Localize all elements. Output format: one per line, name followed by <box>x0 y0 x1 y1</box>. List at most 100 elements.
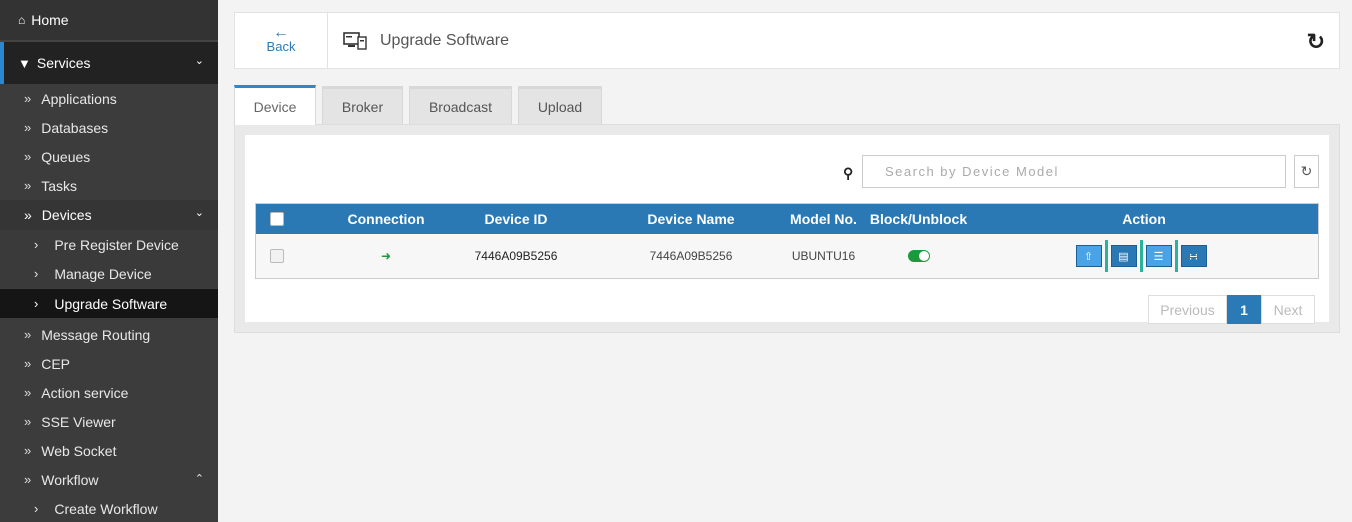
sidebar-item-message-routing[interactable]: » Message Routing <box>0 320 218 349</box>
sidebar-item-label: Upgrade Software <box>54 295 168 312</box>
rss-icon: ∺ <box>1188 250 1199 263</box>
tab-label: Device <box>253 98 297 115</box>
device-name-cell: 7446A09B5256 <box>649 249 733 263</box>
sidebar-item-sse-viewer[interactable]: » SSE Viewer <box>0 407 218 436</box>
sidebar-item-label: CEP <box>41 355 71 372</box>
column-header-device-name: Device Name <box>647 211 735 227</box>
device-id-cell: 7446A09B5256 <box>474 249 558 263</box>
search-refresh-button[interactable]: ↻ <box>1294 155 1319 188</box>
sidebar-item-web-socket[interactable]: » Web Socket <box>0 436 218 465</box>
details-button[interactable]: ▤ <box>1110 245 1137 267</box>
divider <box>1174 240 1178 272</box>
tab-label: Broadcast <box>428 98 493 115</box>
upload-icon: ⇧ <box>1083 250 1094 263</box>
sidebar-subitem-manage-device[interactable]: › Manage Device <box>0 259 218 288</box>
divider <box>1104 240 1108 272</box>
sidebar-item-label: Message Routing <box>41 326 151 343</box>
page-header: ← Back Upgrade Software ↻ <box>234 12 1340 69</box>
double-chevron-icon: » <box>24 207 32 223</box>
model-cell: UBUNTU16 <box>791 249 856 263</box>
sidebar-item-home[interactable]: ⌂ Home <box>0 0 218 40</box>
devices-icon <box>343 31 367 50</box>
sidebar-item-applications[interactable]: » Applications <box>0 84 218 113</box>
plug-connected-icon: ➜ <box>380 249 392 263</box>
next-page-button[interactable]: Next <box>1261 295 1315 324</box>
sidebar-item-label: Queues <box>41 148 91 165</box>
sidebar-item-label: Create Workflow <box>54 500 158 517</box>
list-icon: ☰ <box>1153 250 1164 263</box>
sidebar-item-devices[interactable]: » Devices ⌄ <box>0 200 218 230</box>
sidebar-item-label: Applications <box>41 90 117 107</box>
back-label: Back <box>266 39 296 54</box>
tab-label: Broker <box>341 98 384 115</box>
device-table: Connection Device ID Device Name Model N… <box>255 203 1319 279</box>
tab-broadcast[interactable]: Broadcast <box>409 86 512 124</box>
pagination: Previous 1 Next <box>1148 295 1315 324</box>
chevron-down-icon: ⌄ <box>194 55 204 67</box>
double-chevron-icon: » <box>24 385 32 400</box>
sidebar-item-label: Databases <box>41 119 109 136</box>
double-chevron-icon: » <box>24 149 32 164</box>
sidebar-item-label: Pre Register Device <box>54 236 179 253</box>
tab-upload[interactable]: Upload <box>518 86 602 124</box>
sidebar-item-services[interactable]: ▼ Services ⌄ <box>0 42 218 84</box>
search-input[interactable] <box>862 155 1286 188</box>
sidebar-item-queues[interactable]: » Queues <box>0 142 218 171</box>
sidebar-item-workflow[interactable]: » Workflow ⌃ <box>0 465 218 494</box>
refresh-icon[interactable]: ↻ <box>1307 29 1325 55</box>
double-chevron-icon: » <box>24 327 32 342</box>
column-header-model-no: Model No. <box>790 211 857 227</box>
block-unblock-toggle[interactable] <box>907 250 930 262</box>
sidebar-subitem-pre-register-device[interactable]: › Pre Register Device <box>0 230 218 259</box>
page-title: Upgrade Software <box>380 31 509 49</box>
main-content: ← Back Upgrade Software ↻ Device Broker … <box>234 12 1340 333</box>
sidebar-item-label: Devices <box>41 207 92 223</box>
table-header: Connection Device ID Device Name Model N… <box>256 204 1318 234</box>
sidebar-item-databases[interactable]: » Databases <box>0 113 218 142</box>
sidebar-item-label: Tasks <box>41 177 78 194</box>
page-1-button[interactable]: 1 <box>1227 295 1261 324</box>
sidebar-item-label: Web Socket <box>41 442 117 459</box>
sidebar-item-label: Services <box>36 55 91 71</box>
double-chevron-icon: » <box>24 178 32 193</box>
row-checkbox[interactable] <box>270 249 284 263</box>
arrow-left-icon: ← <box>273 24 289 41</box>
list-button[interactable]: ☰ <box>1145 245 1172 267</box>
chevron-right-icon: › <box>34 501 39 516</box>
sidebar: ⌂ Home ▼ Services ⌄ » Applications » Datab… <box>0 0 218 522</box>
sidebar-item-label: Manage Device <box>54 265 152 282</box>
column-header-action: Action <box>1122 211 1166 227</box>
sidebar-item-cep[interactable]: » CEP <box>0 349 218 378</box>
sidebar-item-tasks[interactable]: » Tasks <box>0 171 218 200</box>
double-chevron-icon: » <box>24 120 32 135</box>
tab-device[interactable]: Device <box>234 85 316 125</box>
tab-label: Upload <box>537 98 583 115</box>
chevron-right-icon: › <box>34 237 39 252</box>
column-header-device-id: Device ID <box>484 211 548 227</box>
previous-page-button[interactable]: Previous <box>1148 295 1227 324</box>
sidebar-item-label: Workflow <box>41 471 99 488</box>
rss-button[interactable]: ∺ <box>1180 245 1207 267</box>
double-chevron-icon: » <box>24 414 32 429</box>
upgrade-button[interactable]: ⇧ <box>1075 245 1102 267</box>
column-header-block-unblock: Block/Unblock <box>869 211 968 227</box>
sidebar-item-label: Action service <box>41 384 129 401</box>
sidebar-subitem-upgrade-software[interactable]: › Upgrade Software <box>0 289 218 318</box>
device-list-card: ⚲ ↻ Connection Device ID Device Name Mod… <box>245 135 1329 324</box>
sidebar-item-action-service[interactable]: » Action service <box>0 378 218 407</box>
sidebar-subitem-create-workflow[interactable]: › Create Workflow <box>0 494 218 522</box>
back-button[interactable]: ← Back <box>235 13 328 68</box>
tab-broker[interactable]: Broker <box>322 86 403 124</box>
column-header-connection: Connection <box>347 211 425 227</box>
select-all-checkbox[interactable] <box>270 212 284 226</box>
tab-panel: ⚲ ↻ Connection Device ID Device Name Mod… <box>234 124 1340 333</box>
divider <box>1139 240 1143 272</box>
refresh-icon: ↻ <box>1300 163 1313 179</box>
double-chevron-icon: » <box>24 472 32 487</box>
sidebar-item-label: SSE Viewer <box>41 413 116 430</box>
table-row: ➜ 7446A09B5256 7446A09B5256 UBUNTU16 ⇧ ▤… <box>256 234 1318 278</box>
double-chevron-icon: » <box>24 443 32 458</box>
chevron-right-icon: › <box>34 296 39 311</box>
chevron-down-icon: ⌄ <box>194 207 204 219</box>
sidebar-item-label: Home <box>31 12 69 28</box>
